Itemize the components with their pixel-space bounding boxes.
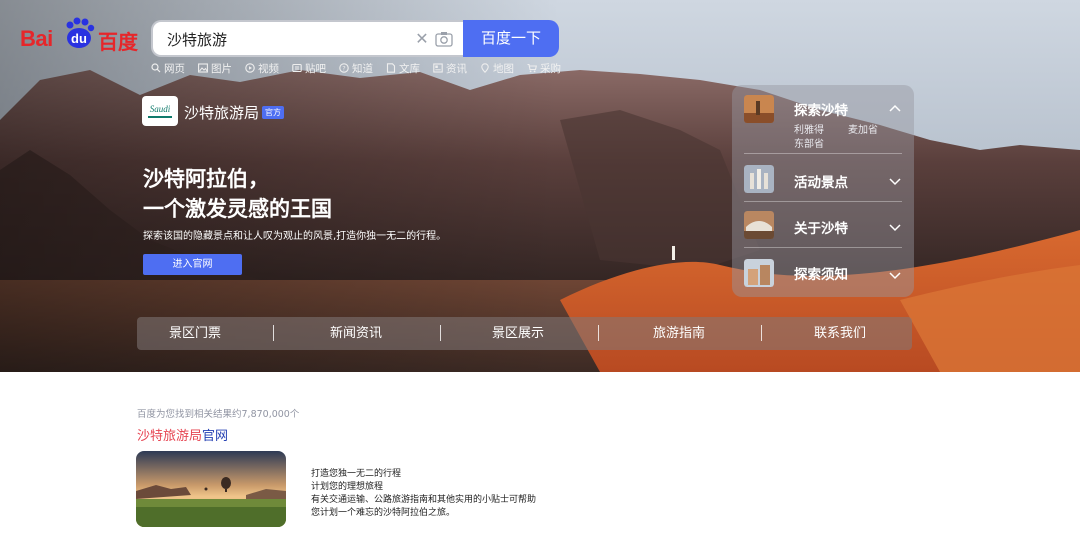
tab-video[interactable]: 视频 bbox=[245, 60, 279, 76]
tab-label: 资讯 bbox=[446, 62, 467, 75]
cart-icon bbox=[527, 63, 537, 73]
side-item-activities[interactable]: 活动景点 bbox=[744, 165, 902, 195]
side-divider bbox=[744, 247, 902, 248]
side-item-title: 探索须知 bbox=[794, 267, 848, 283]
image-icon bbox=[198, 63, 208, 73]
side-item-notice[interactable]: 探索须知 bbox=[744, 259, 902, 289]
saudi-logo-icon: Saudi bbox=[148, 104, 172, 118]
tab-label: 地图 bbox=[493, 62, 514, 75]
side-divider bbox=[744, 153, 902, 154]
search-button[interactable]: 百度一下 bbox=[463, 20, 559, 57]
tab-web[interactable]: 网页 bbox=[151, 60, 185, 76]
tieba-icon bbox=[292, 63, 302, 73]
tab-label: 视频 bbox=[258, 62, 279, 75]
side-item-title: 活动景点 bbox=[794, 175, 848, 191]
tab-label: 采购 bbox=[540, 62, 561, 75]
side-panel: 探索沙特 利雅得 麦加省 东部省 活动景点 关于沙特 探索须知 bbox=[732, 85, 914, 297]
saudi-tourism-logo[interactable]: Saudi bbox=[142, 96, 178, 126]
tab-map[interactable]: 地图 bbox=[480, 60, 514, 76]
question-icon: ? bbox=[339, 63, 349, 73]
search-icon bbox=[151, 63, 161, 73]
logo-bai-text: Bai bbox=[20, 26, 53, 51]
clear-icon[interactable]: ✕ bbox=[413, 30, 431, 48]
notice-thumbnail-icon bbox=[744, 259, 774, 287]
tab-label: 知道 bbox=[352, 62, 373, 75]
about-thumbnail-icon bbox=[744, 211, 774, 239]
tab-label: 文库 bbox=[399, 62, 420, 75]
tab-images[interactable]: 图片 bbox=[198, 60, 232, 76]
chevron-up-icon[interactable] bbox=[888, 102, 902, 116]
nav-guide[interactable]: 旅游指南 bbox=[653, 317, 705, 350]
logo-cn-text: 百度 bbox=[98, 30, 138, 54]
desc-line: 您计划一个难忘的沙特阿拉伯之旅。 bbox=[311, 508, 456, 518]
nav-tickets[interactable]: 景区门票 bbox=[169, 317, 221, 350]
sub-riyadh[interactable]: 利雅得 bbox=[794, 121, 824, 136]
baidu-logo[interactable]: Bai du 百度 bbox=[20, 16, 140, 54]
explore-thumbnail-icon bbox=[744, 95, 774, 123]
tab-tieba[interactable]: 贴吧 bbox=[292, 60, 326, 76]
hero-headline: 沙特阿拉伯， 一个激发灵感的王国 bbox=[143, 164, 332, 224]
chevron-down-icon[interactable] bbox=[888, 174, 902, 188]
tab-zhidao[interactable]: ? 知道 bbox=[339, 60, 373, 76]
nav-separator bbox=[761, 325, 762, 341]
side-divider bbox=[744, 201, 902, 202]
result-thumbnail[interactable] bbox=[136, 451, 286, 527]
brand-name[interactable]: 沙特旅游局 bbox=[184, 102, 259, 123]
result-description: 打造您独一无二的行程 计划您的理想旅程 有关交通运输、公路旅游指南和其他实用的小… bbox=[311, 468, 536, 520]
desc-line: 有关交通运输、公路旅游指南和其他实用的小贴士可帮助 bbox=[311, 495, 537, 505]
nav-news[interactable]: 新闻资讯 bbox=[330, 317, 382, 350]
search-box: ✕ bbox=[151, 20, 464, 57]
official-badge: 官方 bbox=[262, 106, 284, 119]
site-nav-bar: 景区门票 新闻资讯 景区展示 旅游指南 联系我们 bbox=[137, 317, 912, 350]
side-item-about[interactable]: 关于沙特 bbox=[744, 211, 902, 241]
chevron-down-icon[interactable] bbox=[888, 220, 902, 234]
side-item-title: 探索沙特 bbox=[794, 103, 848, 119]
svg-text:?: ? bbox=[342, 65, 345, 73]
tab-wenku[interactable]: 文库 bbox=[386, 60, 420, 76]
hero-subline: 探索该国的隐藏景点和让人叹为观止的风景,打造你独一无二的行程。 bbox=[143, 231, 447, 242]
headline-line-1: 沙特阿拉伯， bbox=[143, 167, 269, 191]
side-item-title: 关于沙特 bbox=[794, 221, 848, 237]
tab-purchase[interactable]: 采购 bbox=[527, 60, 561, 76]
nav-separator bbox=[598, 325, 599, 341]
activities-thumbnail-icon bbox=[744, 165, 774, 193]
title-rest: 官网 bbox=[202, 429, 229, 444]
result-title-link[interactable]: 沙特旅游局官网 bbox=[137, 425, 228, 444]
camera-icon[interactable] bbox=[435, 31, 453, 47]
chevron-down-icon[interactable] bbox=[888, 268, 902, 282]
map-icon bbox=[481, 63, 489, 73]
nav-contact[interactable]: 联系我们 bbox=[814, 317, 866, 350]
desc-line: 计划您的理想旅程 bbox=[311, 482, 384, 492]
nav-separator bbox=[273, 325, 274, 341]
sub-mecca[interactable]: 麦加省 bbox=[848, 121, 878, 136]
nav-showcase[interactable]: 景区展示 bbox=[492, 317, 544, 350]
search-nav-tabs: 网页 图片 视频 贴吧 ? 知道 文库 资讯 地图 采购 bbox=[151, 60, 561, 76]
video-icon bbox=[245, 63, 255, 73]
enter-official-site-button[interactable]: 进入官网 bbox=[143, 254, 242, 275]
nav-separator bbox=[440, 325, 441, 341]
balloon-landscape-image bbox=[136, 451, 286, 527]
result-count: 百度为您找到相关结果约7,870,000个 bbox=[137, 409, 300, 420]
side-item-explore[interactable]: 探索沙特 利雅得 麦加省 东部省 bbox=[744, 95, 902, 151]
logo-du-text: du bbox=[71, 31, 87, 46]
sub-eastern[interactable]: 东部省 bbox=[794, 135, 824, 150]
svg-text:Saudi: Saudi bbox=[150, 104, 171, 114]
title-highlight: 沙特旅游局 bbox=[137, 429, 203, 444]
tab-label: 网页 bbox=[164, 62, 185, 75]
tab-label: 贴吧 bbox=[305, 62, 326, 75]
doc-icon bbox=[386, 63, 396, 73]
news-icon bbox=[433, 63, 443, 73]
search-input[interactable] bbox=[167, 27, 407, 51]
desc-line: 打造您独一无二的行程 bbox=[311, 469, 402, 479]
tab-news[interactable]: 资讯 bbox=[433, 60, 467, 76]
headline-line-2: 一个激发灵感的王国 bbox=[143, 197, 332, 221]
tab-label: 图片 bbox=[211, 62, 232, 75]
